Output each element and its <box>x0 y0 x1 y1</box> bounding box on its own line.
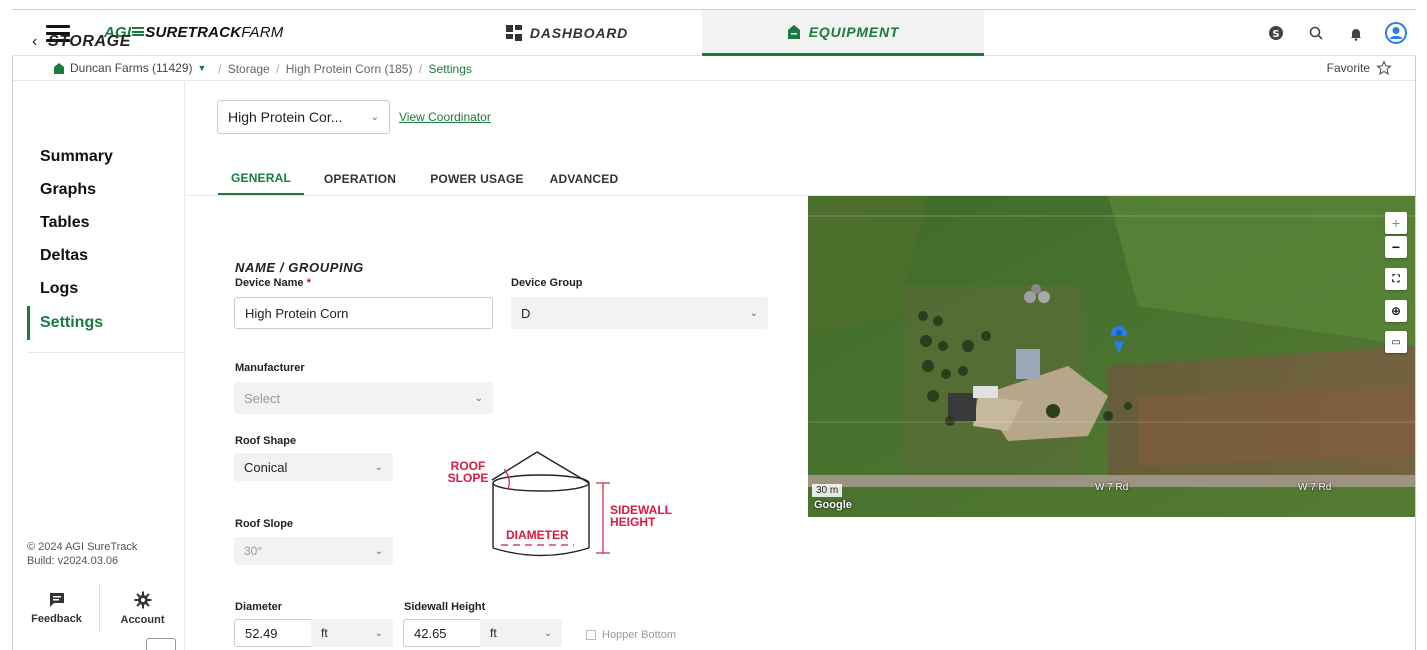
satellite-imagery <box>808 196 1415 517</box>
nav-tab-dashboard[interactable]: DASHBOARD <box>432 10 702 56</box>
svg-text:S: S <box>1272 29 1279 40</box>
sidebar-item-deltas[interactable]: Deltas <box>40 247 88 265</box>
user-avatar-icon[interactable] <box>1376 10 1416 56</box>
tab-power-usage[interactable]: POWER USAGE <box>422 162 532 195</box>
section-title-name-grouping: NAME / GROUPING <box>235 260 364 275</box>
ruler-icon[interactable]: ▭ <box>1385 331 1407 353</box>
tab-advanced[interactable]: ADVANCED <box>548 162 620 195</box>
diameter-diagram-label: DIAMETER <box>506 528 569 542</box>
subscription-s-icon[interactable]: S <box>1256 10 1296 56</box>
breadcrumb-storage[interactable]: Storage <box>228 62 270 76</box>
chevron-down-icon: ⌄ <box>374 627 383 639</box>
gear-icon <box>134 591 151 608</box>
breadcrumb: / Storage / High Protein Corn (185) / Se… <box>218 62 472 76</box>
sidebar-item-logs[interactable]: Logs <box>40 280 78 298</box>
dashboard-grid-icon <box>505 25 522 41</box>
sidewall-unit-select[interactable]: ft ⌄ <box>480 619 562 647</box>
sidebar-item-tables[interactable]: Tables <box>40 214 90 232</box>
view-coordinator-link[interactable]: View Coordinator <box>399 110 491 124</box>
device-group-select[interactable]: D ⌄ <box>511 297 768 329</box>
tab-general[interactable]: GENERAL <box>218 162 304 195</box>
account-button[interactable]: Account <box>99 583 185 633</box>
chevron-down-icon: ⌄ <box>543 627 552 639</box>
chevron-down-icon: ⌄ <box>370 111 379 123</box>
sidebar-item-settings[interactable]: Settings <box>40 314 103 332</box>
device-select[interactable]: High Protein Cor... ⌄ <box>217 100 390 134</box>
tab-operation[interactable]: OPERATION <box>316 162 404 195</box>
chevron-down-icon: ⌄ <box>749 307 758 319</box>
farm-selector[interactable]: Duncan Farms (11429) ▼ <box>53 61 206 75</box>
top-bar: AGI SURETRACKFARM DASHBOARD EQUIPMENT S <box>12 9 1416 56</box>
sidewall-height-label: Sidewall Height <box>404 601 486 613</box>
chevron-down-icon: ▼ <box>197 63 207 73</box>
search-icon[interactable] <box>1296 10 1336 56</box>
farm-silo-icon <box>54 62 64 74</box>
chevron-left-icon: ‹ <box>32 33 38 50</box>
sidewall-height-diagram-label: SIDEWALL HEIGHT <box>610 503 672 529</box>
breadcrumb-device[interactable]: High Protein Corn (185) <box>286 62 413 76</box>
top-icons: S <box>1256 10 1416 56</box>
sidebar-footer: Feedback Account <box>14 583 185 633</box>
feedback-button[interactable]: Feedback <box>14 583 99 633</box>
map-attribution: Google <box>814 499 852 511</box>
bell-icon[interactable] <box>1336 10 1376 56</box>
copyright: © 2024 AGI SureTrack Build: v2024.03.06 <box>27 541 138 567</box>
feedback-icon <box>49 592 64 607</box>
road-label: W 7 Rd <box>1298 482 1332 493</box>
roof-slope-diagram-label: ROOF SLOPE <box>447 459 489 485</box>
fullscreen-icon[interactable]: ⛶ <box>1385 268 1407 290</box>
roof-shape-select[interactable]: Conical ⌄ <box>234 453 393 481</box>
hopper-bottom-checkbox[interactable]: Hopper Bottom <box>586 629 676 641</box>
diameter-unit-select[interactable]: ft ⌄ <box>311 619 393 647</box>
sidebar-back-storage[interactable]: ‹ STORAGE <box>32 33 131 51</box>
breadcrumb-current: Settings <box>428 62 472 76</box>
roof-shape-label: Roof Shape <box>235 435 297 447</box>
device-name-input[interactable]: High Protein Corn <box>234 297 493 329</box>
logo-mark-icon <box>132 27 145 36</box>
star-icon <box>1376 60 1392 76</box>
favorite-button[interactable]: Favorite <box>1327 60 1392 76</box>
sidebar-item-graphs[interactable]: Graphs <box>40 181 96 199</box>
diameter-input[interactable]: 52.49 <box>234 619 312 647</box>
diameter-label: Diameter <box>235 601 283 613</box>
sidebar-active-indicator <box>27 306 30 340</box>
zoom-in-icon[interactable]: + <box>1385 212 1407 234</box>
silo-icon <box>787 24 800 39</box>
chevron-down-icon: ⌄ <box>474 392 483 404</box>
road-label: W 7 Rd <box>1095 482 1129 493</box>
satellite-map[interactable]: + − ⛶ ⊕ ▭ 30 m Google W 7 Rd W 7 Rd <box>808 196 1415 517</box>
device-name-label: Device Name * <box>235 277 311 289</box>
sidewall-height-input[interactable]: 42.65 <box>403 619 481 647</box>
manufacturer-label: Manufacturer <box>235 362 305 374</box>
roof-slope-label: Roof Slope <box>235 518 294 530</box>
collapse-toggle[interactable] <box>146 638 176 650</box>
settings-tabs: GENERAL OPERATION POWER USAGE ADVANCED <box>186 162 1415 196</box>
roof-slope-select[interactable]: 30° ⌄ <box>234 537 393 565</box>
chevron-down-icon: ⌄ <box>374 461 383 473</box>
chevron-down-icon: ⌄ <box>374 545 383 557</box>
manufacturer-select[interactable]: Select ⌄ <box>234 382 493 414</box>
window-frame-right <box>1415 9 1416 650</box>
device-group-label: Device Group <box>511 277 583 289</box>
bin-dimension-diagram <box>491 451 610 557</box>
zoom-out-icon[interactable]: − <box>1385 236 1407 258</box>
sidebar-item-summary[interactable]: Summary <box>40 148 113 166</box>
checkbox-box <box>586 630 596 640</box>
map-scale: 30 m <box>812 484 843 497</box>
sidebar-divider <box>27 352 185 353</box>
globe-icon[interactable]: ⊕ <box>1385 300 1407 322</box>
nav-tab-equipment[interactable]: EQUIPMENT <box>702 10 984 56</box>
breadcrumb-bar: Duncan Farms (11429) ▼ / Storage / High … <box>13 57 1415 81</box>
